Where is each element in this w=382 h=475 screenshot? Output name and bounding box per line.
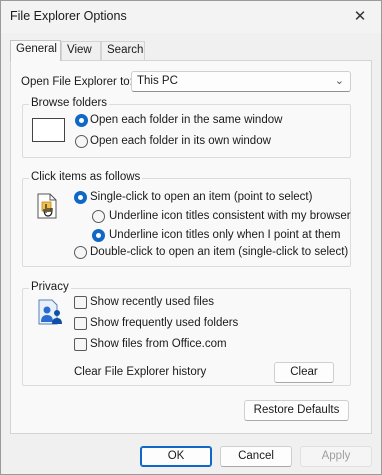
close-button[interactable]: ✕: [345, 3, 375, 29]
single-click-label: Single-click to open an item (point to s…: [90, 191, 313, 203]
browse-folders-group: [22, 104, 351, 158]
same-window-label: Open each folder in the same window: [90, 114, 283, 126]
radio-double-click[interactable]: [74, 246, 87, 259]
clear-button[interactable]: Clear: [274, 362, 334, 383]
title-bar[interactable]: File Explorer Options ✕: [1, 1, 381, 33]
ok-button[interactable]: OK: [140, 446, 212, 467]
open-to-dropdown[interactable]: This PC ⌄: [131, 71, 351, 92]
open-to-label: Open File Explorer to:: [21, 76, 133, 88]
checkbox-frequent-folders[interactable]: [74, 317, 87, 330]
click-items-title: Click items as follows: [29, 171, 143, 183]
hand-pointer-icon: [37, 193, 57, 219]
underline-browser-label: Underline icon titles consistent with my…: [109, 210, 351, 222]
privacy-people-icon: [38, 299, 62, 325]
clear-history-label: Clear File Explorer history: [74, 366, 207, 378]
radio-underline-browser[interactable]: [92, 210, 105, 223]
privacy-title: Privacy: [29, 281, 71, 293]
office-files-label: Show files from Office.com: [90, 338, 227, 350]
radio-same-window[interactable]: [75, 114, 88, 127]
file-explorer-options-dialog: File Explorer Options ✕ General View Sea…: [0, 0, 382, 475]
double-click-label: Double-click to open an item (single-cli…: [90, 246, 349, 258]
window-title: File Explorer Options: [10, 9, 127, 23]
recent-files-label: Show recently used files: [90, 296, 215, 308]
browse-folders-title: Browse folders: [29, 97, 110, 109]
checkbox-office-files[interactable]: [74, 338, 87, 351]
chevron-down-icon: ⌄: [334, 75, 344, 87]
checkbox-recent-files[interactable]: [74, 296, 87, 309]
radio-single-click[interactable]: [74, 191, 87, 204]
folder-window-icon: [32, 118, 65, 142]
own-window-label: Open each folder in its own window: [90, 135, 271, 147]
restore-defaults-button[interactable]: Restore Defaults: [244, 400, 349, 421]
open-to-value: This PC: [137, 75, 178, 87]
radio-own-window[interactable]: [75, 135, 88, 148]
cancel-button[interactable]: Cancel: [220, 446, 292, 467]
tab-view[interactable]: View: [61, 41, 101, 60]
underline-point-label: Underline icon titles only when I point …: [109, 229, 341, 241]
apply-button[interactable]: Apply: [300, 446, 372, 467]
tab-general[interactable]: General: [10, 40, 61, 61]
radio-underline-point[interactable]: [92, 229, 105, 242]
tab-search[interactable]: Search: [101, 41, 145, 60]
frequent-folders-label: Show frequently used folders: [90, 317, 239, 329]
